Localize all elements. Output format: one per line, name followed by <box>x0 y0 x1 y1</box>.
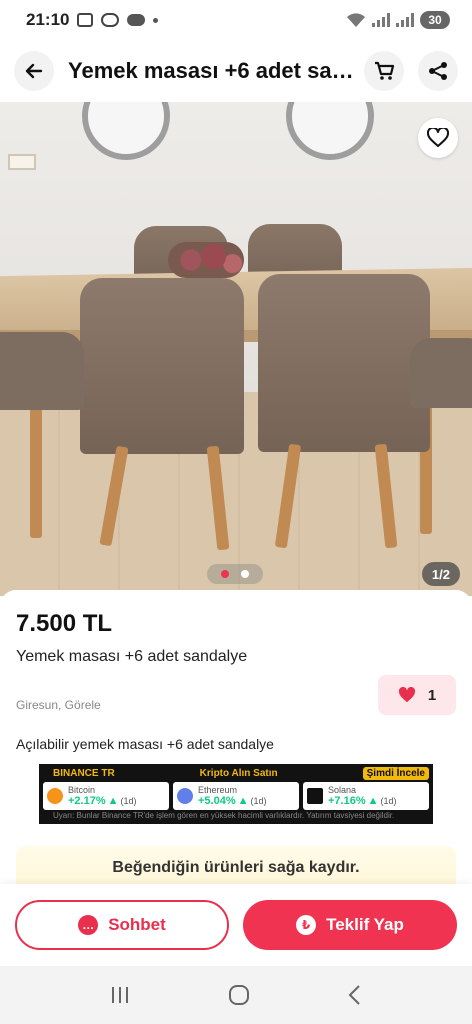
app-header: Yemek masası +6 adet sandalye <box>0 40 472 102</box>
ad-coin-cards: Bitcoin +2.17% ▲ (1d) Ethereum +5.04% ▲ (1d)… <box>39 782 433 810</box>
status-right: 30 <box>346 11 450 29</box>
pager-dot-active <box>221 570 229 578</box>
photo-chair-side-right <box>410 338 472 408</box>
pager-dot <box>241 570 249 578</box>
clock: 21:10 <box>26 10 70 29</box>
action-bar: … Sohbet ₺ Teklif Yap <box>0 884 472 966</box>
image-pager[interactable] <box>207 564 263 584</box>
make-offer-button[interactable]: ₺ Teklif Yap <box>243 900 457 950</box>
arrow-left-icon <box>25 63 43 79</box>
status-bar: 21:10 30 <box>0 0 472 40</box>
ethereum-icon <box>177 788 193 804</box>
arrow-up-icon: ▲ <box>367 795 379 807</box>
ad-headline: Kripto Alın Satın <box>199 767 278 779</box>
recent-apps-icon[interactable] <box>109 985 131 1005</box>
lira-icon: ₺ <box>296 915 317 935</box>
cart-button[interactable] <box>364 51 404 91</box>
coin-change: +5.04% <box>198 795 236 807</box>
home-icon[interactable] <box>228 984 250 1006</box>
photo-chair-side-left <box>0 332 84 410</box>
location: Giresun, Görele <box>16 698 101 712</box>
signal-icon <box>372 13 390 27</box>
listing-details: 7.500 TL Yemek masası +6 adet sandalye G… <box>0 590 472 890</box>
like-count: 1 <box>427 686 437 704</box>
cloud-icon <box>127 14 146 26</box>
price: 7.500 TL <box>16 610 113 637</box>
share-button[interactable] <box>418 51 458 91</box>
chat-bubble-icon: … <box>78 915 99 935</box>
chat-button-label: Sohbet <box>108 915 166 934</box>
listing-title: Yemek masası +6 adet sandalye <box>16 648 248 665</box>
coin-timeframe: (1d) <box>380 796 397 806</box>
back-nav-icon[interactable] <box>347 984 363 1006</box>
bitcoin-icon <box>47 788 63 804</box>
ad-disclaimer: Uyarı: Bunlar Binance TR'de işlem gören … <box>53 811 395 820</box>
image-counter: 1/2 <box>421 562 460 586</box>
back-button[interactable] <box>14 51 54 91</box>
arrow-up-icon: ▲ <box>107 795 119 807</box>
arrow-up-icon: ▲ <box>237 795 249 807</box>
like-count-button[interactable]: 1 <box>378 675 456 715</box>
description: Açılabilir yemek masası +6 adet sandalye <box>16 736 274 752</box>
ad-brand: BINANCE TR <box>53 767 115 779</box>
coin-card-solana: Solana +7.16% ▲ (1d) <box>303 782 429 810</box>
photo-chair-back-left <box>80 278 244 454</box>
share-icon <box>429 62 447 80</box>
status-left: 21:10 <box>26 10 159 30</box>
heart-outline-icon <box>427 128 449 147</box>
binance-ad-banner[interactable]: BINANCE TR Kripto Alın Satın Şimdi İncel… <box>39 764 433 824</box>
photo-chair-back-right <box>258 274 430 452</box>
ad-icon <box>101 13 120 27</box>
battery-icon: 30 <box>420 11 450 29</box>
page-title: Yemek masası +6 adet sandalye <box>68 58 362 83</box>
favorite-button[interactable] <box>418 118 458 158</box>
coin-card-bitcoin: Bitcoin +2.17% ▲ (1d) <box>43 782 169 810</box>
make-offer-button-label: Teklif Yap <box>326 915 404 934</box>
notification-dot-icon <box>153 17 159 23</box>
coin-card-ethereum: Ethereum +5.04% ▲ (1d) <box>173 782 299 810</box>
system-navigation-bar <box>0 966 472 1024</box>
photo-flowers <box>168 242 244 278</box>
signal-2-icon <box>396 13 414 27</box>
heart-filled-icon <box>398 687 415 703</box>
solana-icon <box>307 788 323 804</box>
coin-change: +7.16% <box>328 795 366 807</box>
photo-wall-switch <box>8 154 36 170</box>
wifi-icon <box>347 13 365 27</box>
screenshot-icon <box>77 13 94 27</box>
chat-button[interactable]: … Sohbet <box>15 900 229 950</box>
coin-timeframe: (1d) <box>250 796 267 806</box>
coin-timeframe: (1d) <box>120 796 137 806</box>
coin-change: +2.17% <box>68 795 106 807</box>
product-image-gallery[interactable]: 1/2 <box>0 102 472 596</box>
cart-icon <box>375 61 395 80</box>
ad-cta-button[interactable]: Şimdi İncele <box>362 766 429 780</box>
ad-top-row: BINANCE TR Kripto Alın Satın Şimdi İncel… <box>39 764 433 782</box>
